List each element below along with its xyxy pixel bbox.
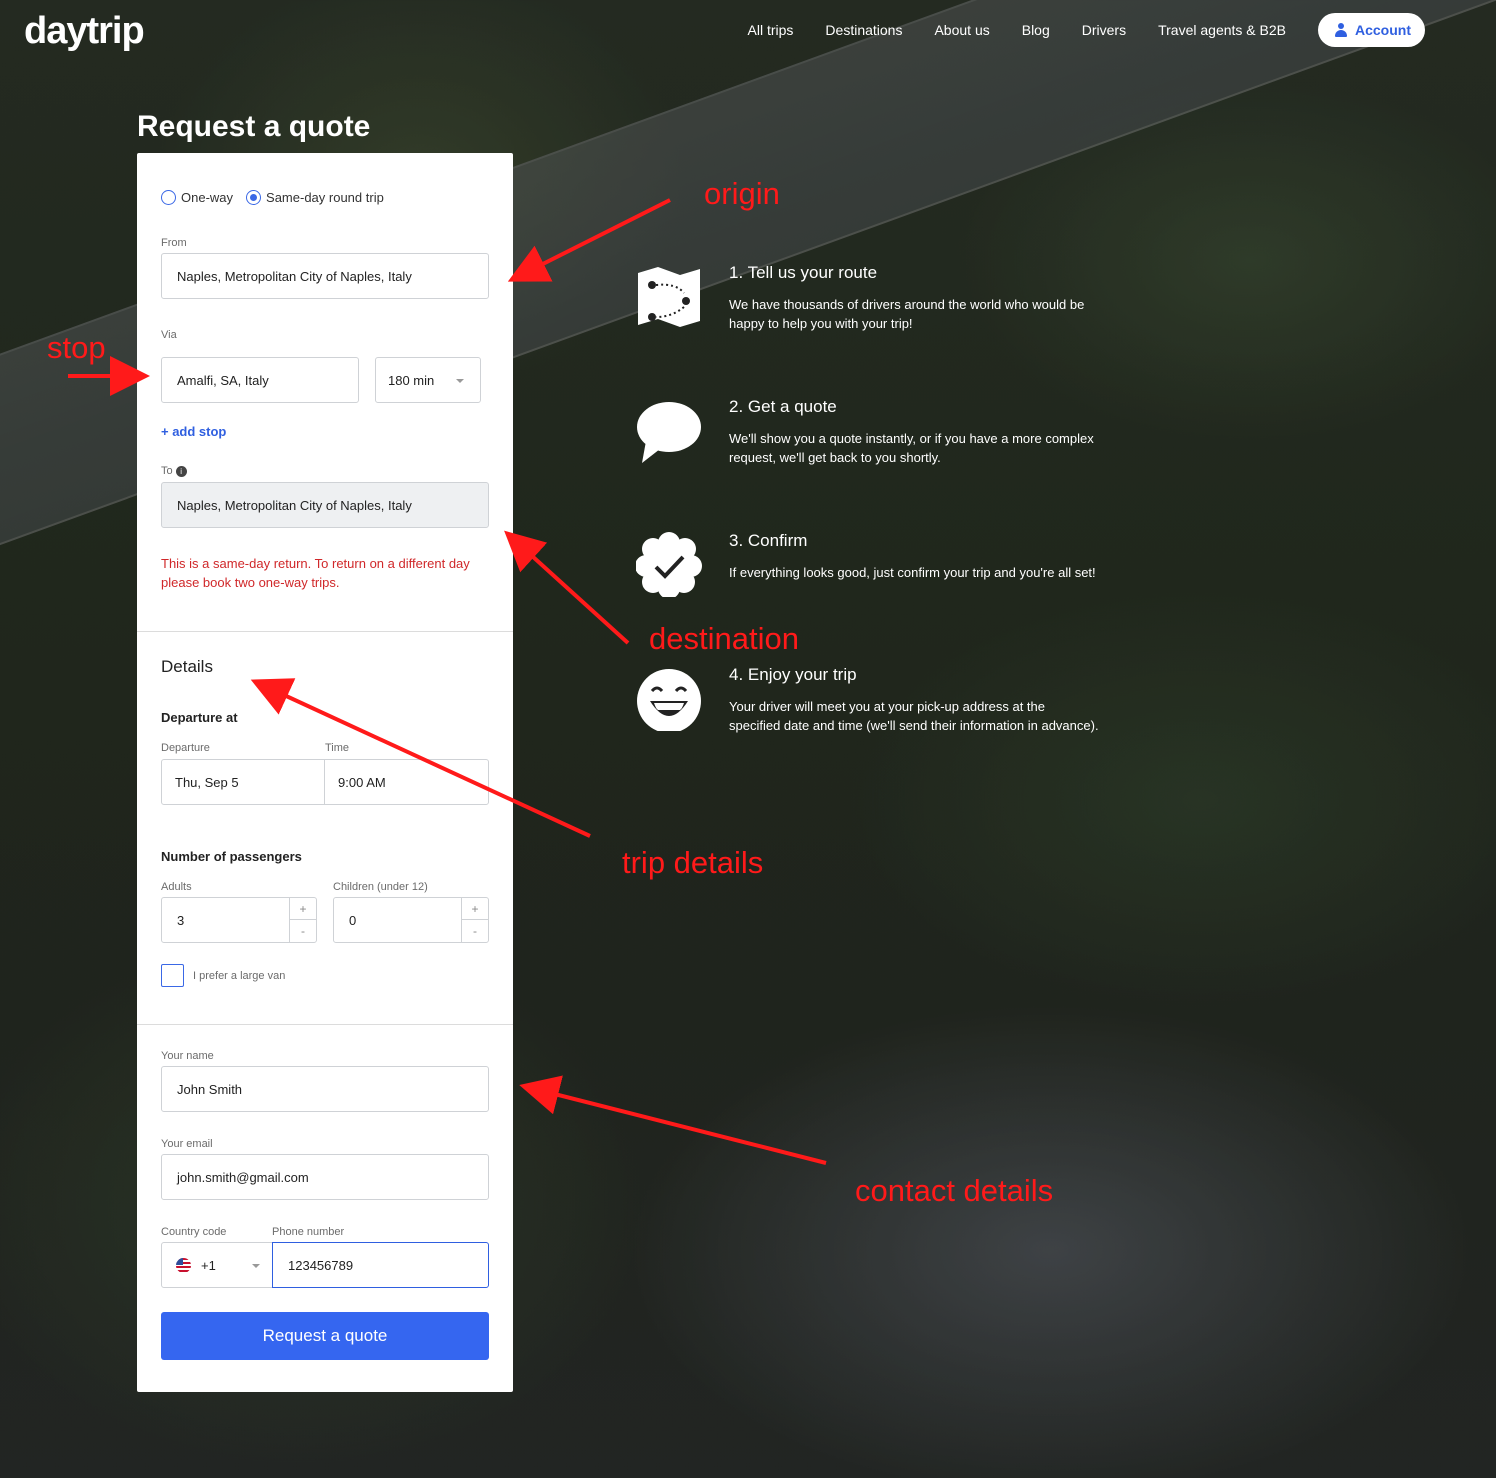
arrow-trip-details [250,678,591,838]
annotation-arrows [68,198,827,1165]
annotation-origin: origin [704,176,780,211]
annotation-destination: destination [649,621,799,656]
arrow-contact-details [519,1075,827,1165]
arrow-destination [504,530,630,645]
annotation-trip-details: trip details [622,845,764,880]
annotation-contact-details: contact details [855,1173,1054,1208]
annotation-stop: stop [47,330,106,365]
arrow-origin [507,198,671,282]
